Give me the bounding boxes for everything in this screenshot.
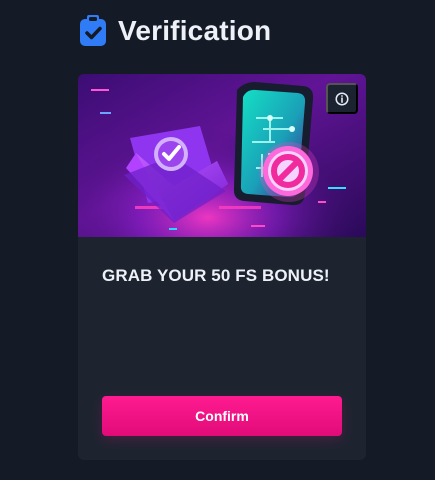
page-header: Verification	[78, 14, 271, 48]
info-icon	[335, 91, 349, 106]
phone-block-icon	[233, 82, 319, 206]
info-button[interactable]	[326, 83, 358, 114]
page-title: Verification	[118, 15, 272, 46]
verification-page: Verification GRAB YOUR 50 FS BONUS! Conf…	[0, 0, 435, 480]
confirm-button[interactable]: Confirm	[102, 396, 342, 436]
bonus-headline: GRAB YOUR 50 FS BONUS!	[102, 266, 330, 285]
verification-banner	[78, 74, 366, 237]
bonus-card: GRAB YOUR 50 FS BONUS! Confirm	[78, 74, 366, 460]
clipboard-check-icon	[78, 14, 108, 48]
